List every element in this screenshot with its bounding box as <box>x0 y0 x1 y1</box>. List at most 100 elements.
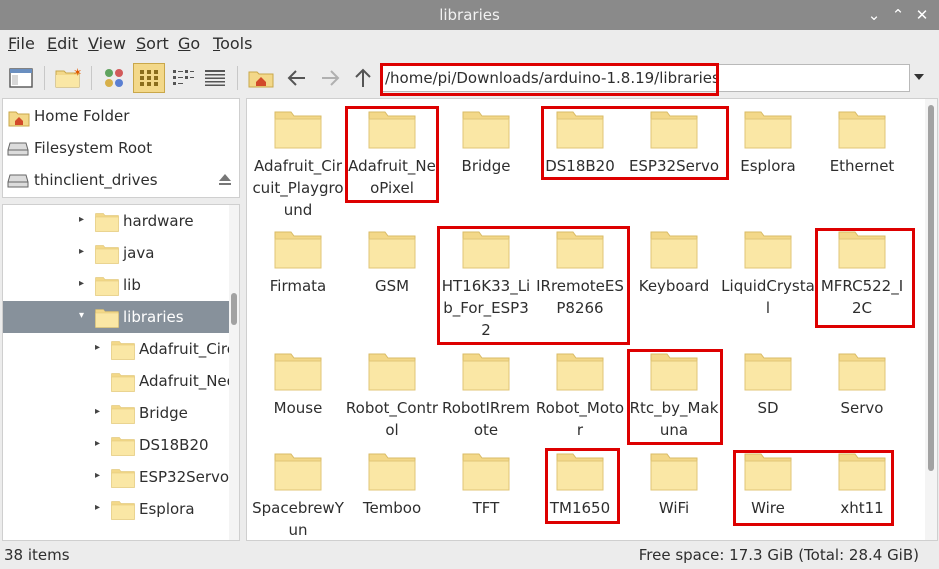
folder-item[interactable]: HT16K33_Li b_For_ESP3 2 <box>439 229 533 341</box>
folder-icon <box>95 244 119 264</box>
close-window-icon[interactable]: ✕ <box>911 4 933 26</box>
folder-item[interactable]: Esplora <box>721 109 815 177</box>
folder-item[interactable]: xht11 <box>815 451 909 519</box>
scrollbar-thumb[interactable] <box>231 293 237 325</box>
menu-edit[interactable]: Edit <box>47 34 78 53</box>
folder-item[interactable]: Servo <box>815 351 909 419</box>
menu-file[interactable]: File <box>8 34 35 53</box>
tree-row[interactable]: ▸ Esplora <box>3 493 229 525</box>
expand-arrow-icon[interactable]: ▸ <box>95 502 105 514</box>
expand-arrow-icon[interactable]: ▸ <box>95 470 105 482</box>
menu-file-label: ile <box>16 34 35 53</box>
path-input[interactable] <box>385 67 905 89</box>
menu-go-mnemonic: G <box>178 34 191 53</box>
back-arrow-icon[interactable] <box>285 67 309 89</box>
tree-label: java <box>123 244 155 262</box>
folder-item[interactable]: Temboo <box>345 451 439 519</box>
new-folder-icon[interactable]: ✶ <box>55 66 82 89</box>
folder-item[interactable]: Rtc_by_Mak una <box>627 351 721 441</box>
thumbnail-view-icon[interactable] <box>133 63 165 93</box>
tree-row[interactable]: ▸ lib <box>3 269 229 301</box>
folder-label-line: xht11 <box>840 499 884 517</box>
folder-label: WiFi <box>627 497 721 519</box>
tree-row[interactable]: ▸ java <box>3 237 229 269</box>
folder-item[interactable]: Robot_Contr ol <box>345 351 439 441</box>
tree-row[interactable]: ▸ Adafruit_Circ <box>3 333 235 365</box>
folder-label-line: l <box>765 299 771 317</box>
menu-sort[interactable]: Sort <box>136 34 169 53</box>
detailed-list-view-icon[interactable] <box>203 67 227 89</box>
folder-label-line: WiFi <box>658 499 690 517</box>
folder-item[interactable]: RobotIRrem ote <box>439 351 533 441</box>
folder-item[interactable]: Adafruit_Cir cuit_Playgro und <box>251 109 345 221</box>
folder-label-line: Ethernet <box>829 157 895 175</box>
window-title: libraries <box>439 6 500 24</box>
folder-item[interactable]: GSM <box>345 229 439 297</box>
icon-view-icon[interactable] <box>102 67 126 89</box>
expand-arrow-icon[interactable]: ▸ <box>79 278 89 290</box>
place-thinclient-drives[interactable]: thinclient_drives <box>3 165 239 195</box>
folder-item[interactable]: MFRC522_I 2C <box>815 229 909 319</box>
tree-row[interactable]: ▸ Bridge <box>3 397 229 429</box>
folder-label-line: HT16K33_Li <box>441 277 531 295</box>
folder-item[interactable]: Bridge <box>439 109 533 177</box>
expand-arrow-icon[interactable]: ▸ <box>79 214 89 226</box>
folder-label: Robot_Moto r <box>533 397 627 441</box>
tree-row[interactable]: Adafruit_Neo <box>3 365 236 397</box>
place-label: Home Folder <box>34 107 130 125</box>
collapse-arrow-icon[interactable]: ▾ <box>79 310 89 322</box>
location-bar[interactable] <box>380 64 910 92</box>
folder-label: Servo <box>815 397 909 419</box>
tree-row[interactable]: ▸ ESP32Servo <box>3 461 229 493</box>
menu-tools[interactable]: Tools <box>213 34 252 53</box>
expand-arrow-icon[interactable]: ▸ <box>79 246 89 258</box>
menu-edit-label: dit <box>57 34 78 53</box>
folder-icon <box>95 212 119 232</box>
folder-item[interactable]: SD <box>721 351 815 419</box>
expand-arrow-icon[interactable]: ▸ <box>95 438 105 450</box>
folder-label-line: SD <box>757 399 779 417</box>
expand-arrow-icon[interactable]: ▸ <box>95 342 105 354</box>
folder-icon <box>251 451 345 491</box>
place-filesystem-root[interactable]: Filesystem Root <box>3 133 239 163</box>
maximize-window-icon[interactable]: ⌃ <box>887 4 909 26</box>
folder-item[interactable]: Wire <box>721 451 815 519</box>
tree-row[interactable]: ▸ DS18B20 <box>3 429 229 461</box>
folder-item[interactable]: Firmata <box>251 229 345 297</box>
up-arrow-icon[interactable] <box>351 67 375 89</box>
folder-item[interactable]: WiFi <box>627 451 721 519</box>
eject-icon[interactable] <box>217 173 233 187</box>
compact-view-icon[interactable] <box>171 67 195 89</box>
forward-arrow-icon[interactable] <box>318 67 342 89</box>
menu-view[interactable]: View <box>88 34 126 53</box>
folder-item[interactable]: IRremoteES P8266 <box>533 229 627 319</box>
folder-item[interactable]: Robot_Moto r <box>533 351 627 441</box>
folder-item[interactable]: TM1650 <box>533 451 627 519</box>
folder-item[interactable]: Mouse <box>251 351 345 419</box>
expand-arrow-icon[interactable]: ▸ <box>95 406 105 418</box>
folder-item[interactable]: Adafruit_Ne oPixel <box>345 109 439 199</box>
minimize-window-icon[interactable]: ⌄ <box>863 4 885 26</box>
folder-item[interactable]: ESP32Servo <box>627 109 721 177</box>
folder-item[interactable]: SpacebrewY un <box>251 451 345 540</box>
folder-item[interactable]: TFT <box>439 451 533 519</box>
tree-row[interactable]: ▸ hardware <box>3 205 229 237</box>
folder-label-line: P8266 <box>556 299 604 317</box>
file-view-scrollbar[interactable] <box>925 99 937 540</box>
folder-item[interactable]: Ethernet <box>815 109 909 177</box>
tree-row[interactable]: ▾ libraries <box>3 301 229 333</box>
tree-label: lib <box>123 276 141 294</box>
scrollbar-thumb[interactable] <box>928 105 934 471</box>
menu-go[interactable]: Go <box>178 34 200 53</box>
new-window-icon[interactable] <box>9 67 33 89</box>
path-dropdown-icon[interactable] <box>912 70 926 84</box>
folder-icon <box>95 276 119 296</box>
folder-label-line: MFRC522_I <box>820 277 904 295</box>
place-home-folder[interactable]: Home Folder <box>3 101 239 131</box>
folder-item[interactable]: DS18B20 <box>533 109 627 177</box>
home-icon[interactable] <box>248 67 274 89</box>
folder-item[interactable]: Keyboard <box>627 229 721 297</box>
folder-item[interactable]: LiquidCrysta l <box>721 229 815 319</box>
status-bar: 38 items Free space: 17.3 GiB (Total: 28… <box>0 541 939 569</box>
tree-scrollbar[interactable] <box>229 205 239 540</box>
